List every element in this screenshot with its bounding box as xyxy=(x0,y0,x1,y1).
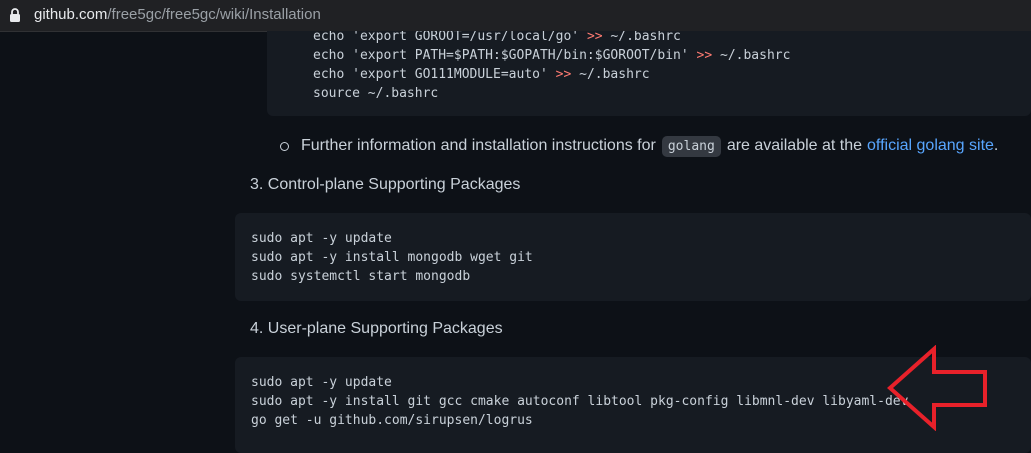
url-text[interactable]: github.com/free5gc/free5gc/wiki/Installa… xyxy=(34,6,321,23)
code-line: echo 'export GO111MODULE=auto' >> ~/.bas… xyxy=(313,67,650,82)
url-path: /free5gc/free5gc/wiki/Installation xyxy=(107,6,321,23)
code-line: echo 'export PATH=$PATH:$GOPATH/bin:$GOR… xyxy=(313,48,791,63)
code-line: sudo apt -y update xyxy=(251,231,392,246)
code-line: sudo apt -y update xyxy=(251,375,392,390)
code-line: sudo systemctl start mongodb xyxy=(251,269,471,284)
heading-user-plane: 4. User-plane Supporting Packages xyxy=(250,320,503,337)
code-line: echo 'export GOROOT=/usr/local/go' >> ~/… xyxy=(313,31,681,44)
browser-address-bar[interactable]: github.com/free5gc/free5gc/wiki/Installa… xyxy=(0,0,1031,32)
red-arrow-annotation-icon xyxy=(887,345,987,431)
code-line: source ~/.bashrc xyxy=(313,86,439,101)
lock-icon xyxy=(10,8,20,22)
code-line: sudo apt -y install mongodb wget git xyxy=(251,250,533,265)
note-period: . xyxy=(993,137,999,154)
inline-code-golang: golang xyxy=(661,135,721,157)
wiki-content: echo 'export GOROOT=/usr/local/go' >> ~/… xyxy=(0,31,1031,453)
official-golang-site-link[interactable]: official golang site xyxy=(867,137,994,155)
code-block-go-env: echo 'export GOROOT=/usr/local/go' >> ~/… xyxy=(267,31,1031,116)
bullet-circle-icon xyxy=(280,141,289,151)
note-text-2: are available at the xyxy=(726,137,863,154)
golang-note-item: Further information and installation ins… xyxy=(280,129,998,163)
code-line: sudo apt -y install git gcc cmake autoco… xyxy=(251,394,909,409)
url-host: github.com xyxy=(34,6,108,23)
code-line: go get -u github.com/sirupsen/logrus xyxy=(251,413,533,428)
code-block-control-plane: sudo apt -y update sudo apt -y install m… xyxy=(235,213,1031,301)
heading-control-plane: 3. Control-plane Supporting Packages xyxy=(250,176,521,193)
note-text: Further information and installation ins… xyxy=(301,137,656,154)
